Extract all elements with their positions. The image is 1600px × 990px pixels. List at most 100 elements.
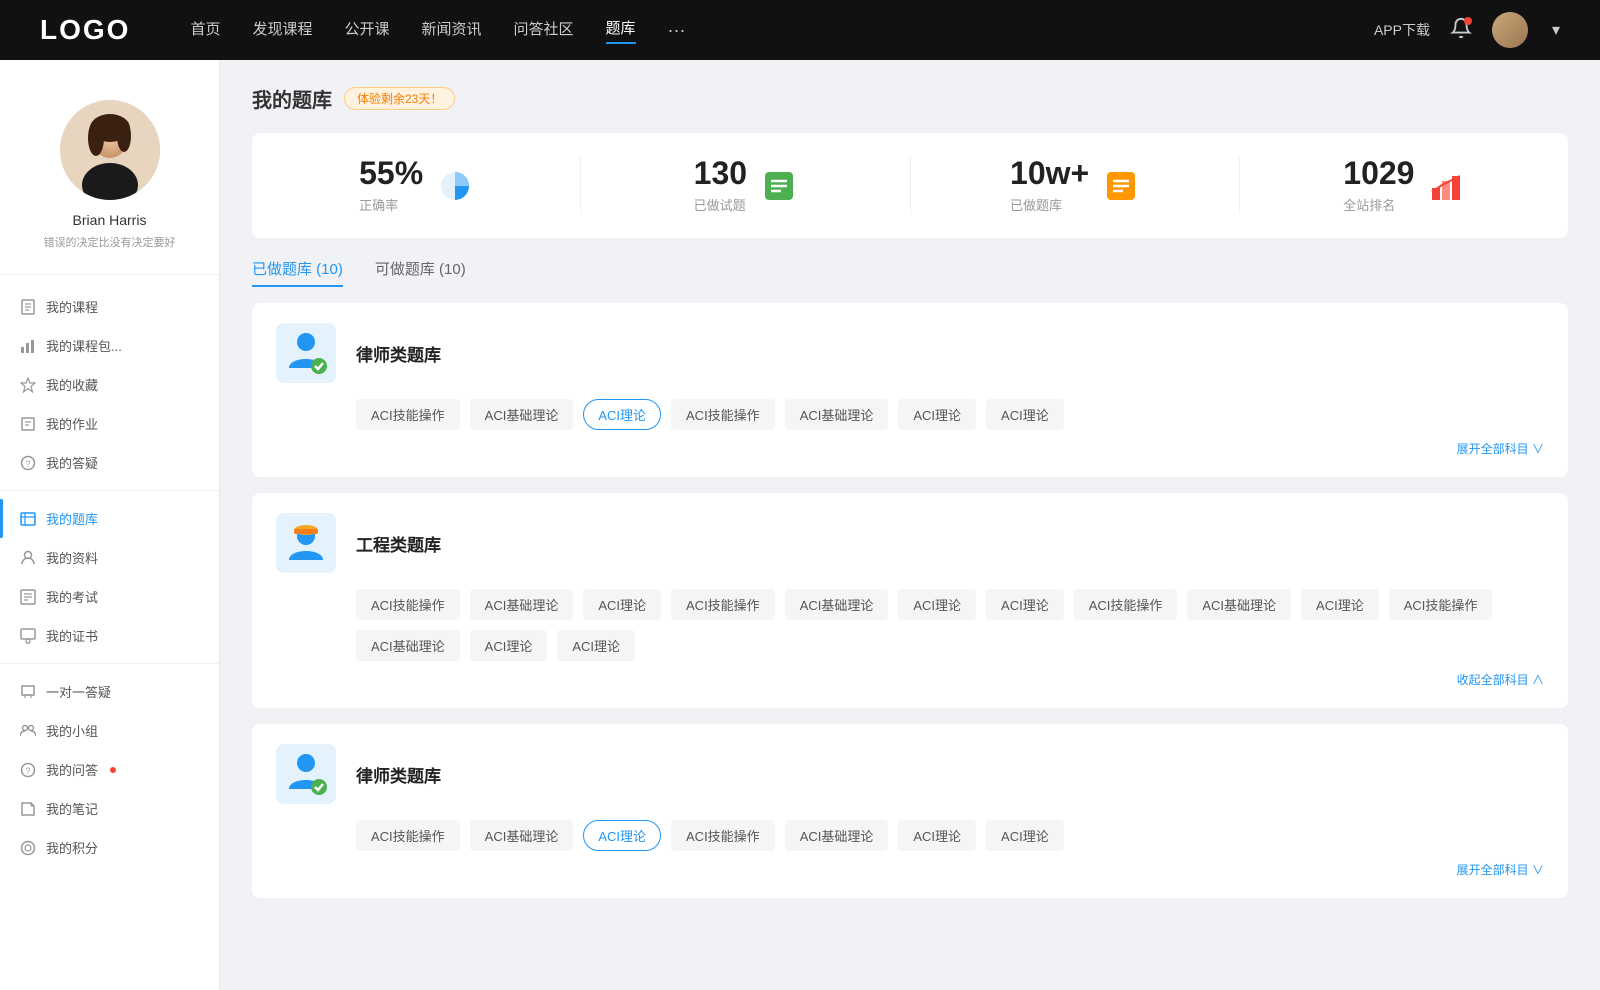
- stat-value-done-questions: 130: [694, 157, 747, 189]
- subject-tag[interactable]: ACI理论: [986, 589, 1064, 620]
- subject-tag[interactable]: ACI理论: [583, 820, 661, 851]
- sidebar-item-one-on-one[interactable]: 一对一答疑: [0, 672, 219, 711]
- note-icon: [20, 801, 36, 817]
- subject-tag[interactable]: ACI理论: [898, 820, 976, 851]
- sidebar-label-question-bank: 我的题库: [46, 509, 98, 528]
- sidebar-item-qa[interactable]: ? 我的答疑: [0, 443, 219, 482]
- user-menu-chevron[interactable]: ▾: [1552, 20, 1560, 40]
- sidebar-item-exam[interactable]: 我的考试: [0, 577, 219, 616]
- nav-news[interactable]: 新闻资讯: [422, 18, 482, 43]
- subject-tag[interactable]: ACI理论: [557, 630, 635, 661]
- subject-tag[interactable]: ACI理论: [898, 399, 976, 430]
- subject-tag[interactable]: ACI技能操作: [356, 820, 460, 851]
- subject-tag[interactable]: ACI技能操作: [671, 820, 775, 851]
- subject-tag[interactable]: ACI理论: [583, 399, 661, 430]
- nav-home[interactable]: 首页: [190, 18, 220, 43]
- content-area: 我的题库 体验剩余23天！ 55% 正确率: [220, 60, 1600, 990]
- sidebar-divider-3: [0, 663, 219, 664]
- subject-tag[interactable]: ACI基础理论: [1187, 589, 1291, 620]
- tab-done[interactable]: 已做题库 (10): [252, 258, 343, 287]
- stats-bar: 55% 正确率 130 已做试题: [252, 133, 1568, 238]
- expand-engineer[interactable]: 收起全部科目 ∧: [276, 671, 1544, 688]
- trial-badge: 体验剩余23天！: [344, 87, 455, 110]
- subject-tag[interactable]: ACI理论: [470, 630, 548, 661]
- rank-icon: [1428, 168, 1464, 204]
- sidebar-item-course[interactable]: 我的课程: [0, 287, 219, 326]
- subject-tags-lawyer1: ACI技能操作 ACI基础理论 ACI理论 ACI技能操作 ACI基础理论 ACI理论 AC…: [276, 399, 1544, 430]
- sidebar-label-profile: 我的资料: [46, 548, 98, 567]
- sidebar-item-question-bank[interactable]: 我的题库: [0, 499, 219, 538]
- page-header: 我的题库 体验剩余23天！: [252, 84, 1568, 113]
- sidebar-item-favorites[interactable]: 我的收藏: [0, 365, 219, 404]
- document-icon: [20, 299, 36, 315]
- stat-label-rank: 全站排名: [1343, 195, 1414, 214]
- sidebar-label-course-package: 我的课程包...: [46, 336, 122, 355]
- subject-tag[interactable]: ACI基础理论: [785, 399, 889, 430]
- sidebar-item-notes[interactable]: 我的笔记: [0, 789, 219, 828]
- stat-label-accuracy: 正确率: [359, 195, 423, 214]
- done-banks-icon: [1103, 168, 1139, 204]
- subject-tag[interactable]: ACI技能操作: [356, 399, 460, 430]
- sidebar-item-my-qa[interactable]: ? 我的问答: [0, 750, 219, 789]
- qbank-header-lawyer2: 律师类题库: [276, 744, 1544, 804]
- question-circle-icon: ?: [20, 455, 36, 471]
- sidebar-divider-2: [0, 490, 219, 491]
- subject-tag[interactable]: ACI基础理论: [785, 820, 889, 851]
- sidebar-menu: 我的课程 我的课程包... 我的收藏 我的作业 ? 我的答疑 我的: [0, 283, 219, 871]
- sidebar-item-homework[interactable]: 我的作业: [0, 404, 219, 443]
- subject-tag[interactable]: ACI基础理论: [470, 820, 574, 851]
- sidebar-label-exam: 我的考试: [46, 587, 98, 606]
- sidebar-item-certificate[interactable]: 我的证书: [0, 616, 219, 655]
- notification-dot: [1464, 17, 1472, 25]
- stat-label-done-questions: 已做试题: [694, 195, 747, 214]
- app-download-button[interactable]: APP下载: [1374, 20, 1430, 40]
- expand-lawyer1[interactable]: 展开全部科目 ∨: [276, 440, 1544, 457]
- profile-motto: 错误的决定比没有决定要好: [44, 234, 176, 250]
- sidebar-item-course-package[interactable]: 我的课程包...: [0, 326, 219, 365]
- list-orange-icon: [1103, 168, 1139, 204]
- sidebar-label-group: 我的小组: [46, 721, 98, 740]
- tab-available[interactable]: 可做题库 (10): [375, 258, 466, 287]
- main-layout: Brian Harris 错误的决定比没有决定要好 我的课程 我的课程包... …: [0, 60, 1600, 990]
- nav-opencourse[interactable]: 公开课: [344, 18, 389, 43]
- subject-tag[interactable]: ACI技能操作: [671, 399, 775, 430]
- sidebar-item-points[interactable]: 我的积分: [0, 828, 219, 867]
- sidebar-label-notes: 我的笔记: [46, 799, 98, 818]
- qbank-card-engineer: 工程类题库 ACI技能操作ACI基础理论ACI理论ACI技能操作ACI基础理论A…: [252, 493, 1568, 708]
- subject-tag[interactable]: ACI技能操作: [1389, 589, 1493, 620]
- user-avatar[interactable]: [1492, 12, 1528, 48]
- subject-tag[interactable]: ACI理论: [1301, 589, 1379, 620]
- sidebar-label-one-on-one: 一对一答疑: [46, 682, 111, 701]
- subject-tag[interactable]: ACI技能操作: [1074, 589, 1178, 620]
- logo[interactable]: LOGO: [40, 14, 130, 46]
- subject-tag[interactable]: ACI基础理论: [785, 589, 889, 620]
- nav-more[interactable]: ···: [668, 20, 686, 41]
- star-icon: [20, 377, 36, 393]
- svg-text:?: ?: [25, 766, 30, 776]
- group-icon: [20, 723, 36, 739]
- subject-tag[interactable]: ACI理论: [898, 589, 976, 620]
- subject-tag[interactable]: ACI技能操作: [356, 589, 460, 620]
- nav-discover[interactable]: 发现课程: [252, 18, 312, 43]
- engineer-svg: [281, 518, 331, 568]
- subject-tag[interactable]: ACI理论: [583, 589, 661, 620]
- subject-tag[interactable]: ACI理论: [986, 399, 1064, 430]
- sidebar-item-group[interactable]: 我的小组: [0, 711, 219, 750]
- subject-tag[interactable]: ACI理论: [986, 820, 1064, 851]
- subject-tag[interactable]: ACI技能操作: [671, 589, 775, 620]
- stat-text-done-banks: 10w+ 已做题库: [1010, 157, 1089, 214]
- done-questions-icon: [761, 168, 797, 204]
- page-title: 我的题库: [252, 84, 332, 113]
- subject-tag[interactable]: ACI基础理论: [470, 399, 574, 430]
- subject-tag[interactable]: ACI基础理论: [356, 630, 460, 661]
- expand-lawyer2[interactable]: 展开全部科目 ∨: [276, 861, 1544, 878]
- subject-tag[interactable]: ACI基础理论: [470, 589, 574, 620]
- sidebar-item-profile[interactable]: 我的资料: [0, 538, 219, 577]
- avatar-image: [1492, 12, 1528, 48]
- notification-bell[interactable]: [1450, 17, 1472, 44]
- homework-icon: [20, 416, 36, 432]
- nav-qbank[interactable]: 题库: [606, 17, 636, 44]
- stat-rank: 1029 全站排名: [1240, 157, 1568, 214]
- nav-qa[interactable]: 问答社区: [514, 18, 574, 43]
- navbar: LOGO 首页 发现课程 公开课 新闻资讯 问答社区 题库 ··· APP下载 …: [0, 0, 1600, 60]
